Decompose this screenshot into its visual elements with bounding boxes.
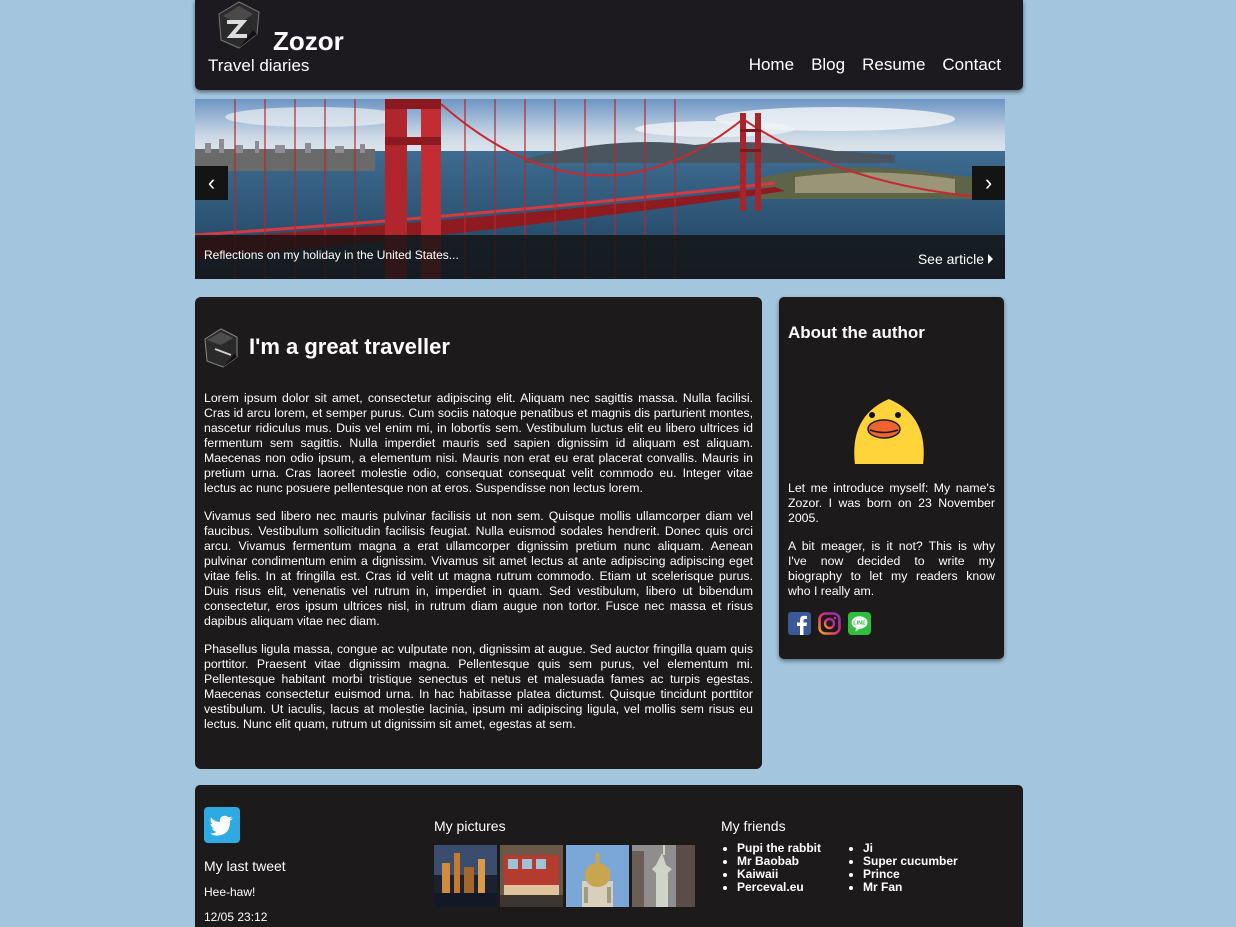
friend-link[interactable]: Perceval.eu [737, 881, 849, 894]
site-tagline: Travel diaries [208, 56, 310, 75]
aside-paragraph: Let me introduce myself: My name's Zozor… [788, 481, 995, 525]
nav-resume[interactable]: Resume [862, 55, 925, 75]
last-tweet-time: 12/05 23:12 [204, 910, 268, 924]
my-friends-title: My friends [721, 818, 786, 834]
article-paragraph: Phasellus ligula massa, congue ac vulput… [204, 642, 753, 731]
instagram-icon[interactable] [818, 612, 841, 635]
nav-blog[interactable]: Blog [811, 55, 845, 75]
zozor-logo-icon[interactable] [213, 0, 265, 52]
gallery-thumbnail[interactable] [566, 845, 629, 907]
nav-home[interactable]: Home [749, 55, 794, 75]
article-paragraph: Lorem ipsum dolor sit amet, consectetur … [204, 391, 753, 495]
site-header: Zozor Travel diaries Home Blog Resume Co… [195, 0, 1023, 90]
aside-body: Let me introduce myself: My name's Zozor… [788, 481, 995, 612]
friends-column: Ji Super cucumber Prince Mr Fan [849, 842, 975, 894]
my-pictures-title: My pictures [434, 818, 506, 834]
carousel-prev-button[interactable]: ‹ [195, 166, 228, 200]
about-author-panel: About the author Let me introduce myself… [779, 297, 1004, 659]
facebook-icon[interactable] [788, 612, 811, 635]
friends-list: Pupi the rabbit Mr Baobab Kaiwaii Percev… [723, 842, 975, 894]
friend-link[interactable]: Mr Fan [863, 881, 975, 894]
twitter-icon[interactable] [204, 807, 240, 843]
svg-text:LINE: LINE [853, 621, 866, 627]
author-avatar-duck [852, 396, 926, 466]
social-links: LINE [788, 612, 871, 635]
hero-banner: ‹ › Reflections on my holiday in the Uni… [195, 99, 1005, 279]
line-icon[interactable]: LINE [848, 612, 871, 635]
caret-right-icon [988, 254, 993, 264]
carousel-next-button[interactable]: › [972, 166, 1005, 200]
see-article-link[interactable]: See article [918, 251, 993, 267]
gallery-thumbnail[interactable] [632, 845, 695, 907]
last-tweet-text: Hee-haw! [204, 885, 256, 899]
aside-title: About the author [788, 323, 925, 342]
see-article-label: See article [917, 251, 984, 267]
aside-paragraph: A bit meager, is it not? This is why I'v… [788, 539, 995, 598]
main-nav: Home Blog Resume Contact [749, 55, 1001, 75]
banner-caption: Reflections on my holiday in the United … [204, 248, 459, 262]
nav-contact[interactable]: Contact [942, 55, 1001, 75]
friends-column: Pupi the rabbit Mr Baobab Kaiwaii Percev… [723, 842, 849, 894]
article-paragraph: Vivamus sed libero nec mauris pulvinar f… [204, 509, 753, 628]
article-body: Lorem ipsum dolor sit amet, consectetur … [204, 391, 753, 745]
gallery-thumbnail[interactable] [434, 845, 497, 907]
site-footer: My last tweet Hee-haw! 12/05 23:12 My pi… [195, 785, 1023, 927]
banner-caption-bar: Reflections on my holiday in the United … [195, 235, 1005, 279]
article-header: I'm a great traveller [203, 325, 450, 369]
picture-gallery [434, 845, 695, 907]
zozor-head-icon [204, 328, 238, 368]
last-tweet-title: My last tweet [204, 858, 286, 874]
gallery-thumbnail[interactable] [500, 845, 563, 907]
main-article: I'm a great traveller Lorem ipsum dolor … [195, 297, 762, 769]
article-title: I'm a great traveller [249, 334, 450, 359]
site-title: Zozor [273, 26, 344, 56]
